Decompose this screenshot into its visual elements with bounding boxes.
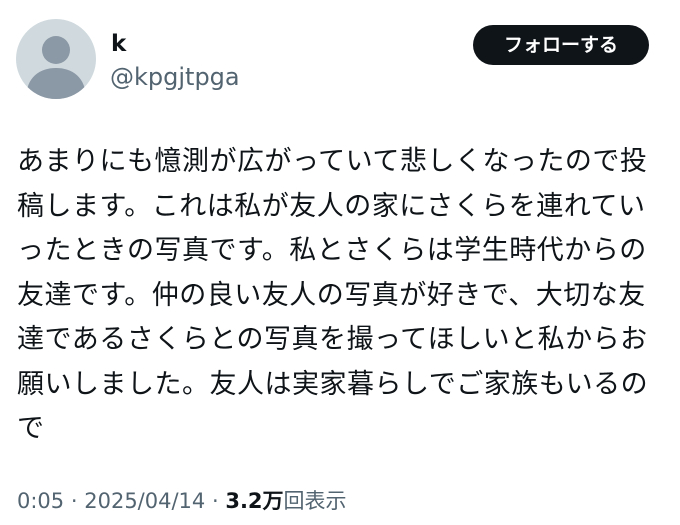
default-profile-silhouette-icon <box>26 36 86 99</box>
post-date[interactable]: 2025/04/14 <box>84 489 205 513</box>
meta-separator: · <box>70 489 78 513</box>
follow-button[interactable]: フォローする <box>473 25 649 65</box>
author-display-name[interactable]: k <box>111 30 126 58</box>
post-text-line: あまりにも憶測が広がっていて悲しくなったので投 <box>17 146 648 177</box>
avatar[interactable] <box>16 19 96 99</box>
post-text-line: 願いしました。友人は実家暮らしでご家族もいるの <box>17 368 649 400</box>
views-count: 3.2万 <box>225 489 284 513</box>
post-text-line: 稿します。これは私が友人の家にさくらを連れてい <box>17 190 646 222</box>
meta-separator: · <box>211 489 219 513</box>
post-meta: 0:05 · 2025/04/14 · 3.2万回表示 <box>17 486 347 516</box>
post-text-line: 友達です。仲の良い友人の写真が好きで、大切な友 <box>17 279 646 311</box>
post-text-line: ったときの写真です。私とさくらは学生時代からの <box>17 235 647 266</box>
post-text-line: で <box>17 413 45 444</box>
post-text-line: 達であるさくらとの写真を撮ってほしいと私からお <box>17 324 648 355</box>
views-label: 回表示 <box>283 489 347 513</box>
author-handle[interactable]: @kpgjtpga <box>110 62 240 92</box>
post-time[interactable]: 0:05 <box>17 489 64 513</box>
post-text: あまりにも憶測が広がっていて悲しくなったので投 稿します。これは私が友人の家にさ… <box>17 140 667 452</box>
